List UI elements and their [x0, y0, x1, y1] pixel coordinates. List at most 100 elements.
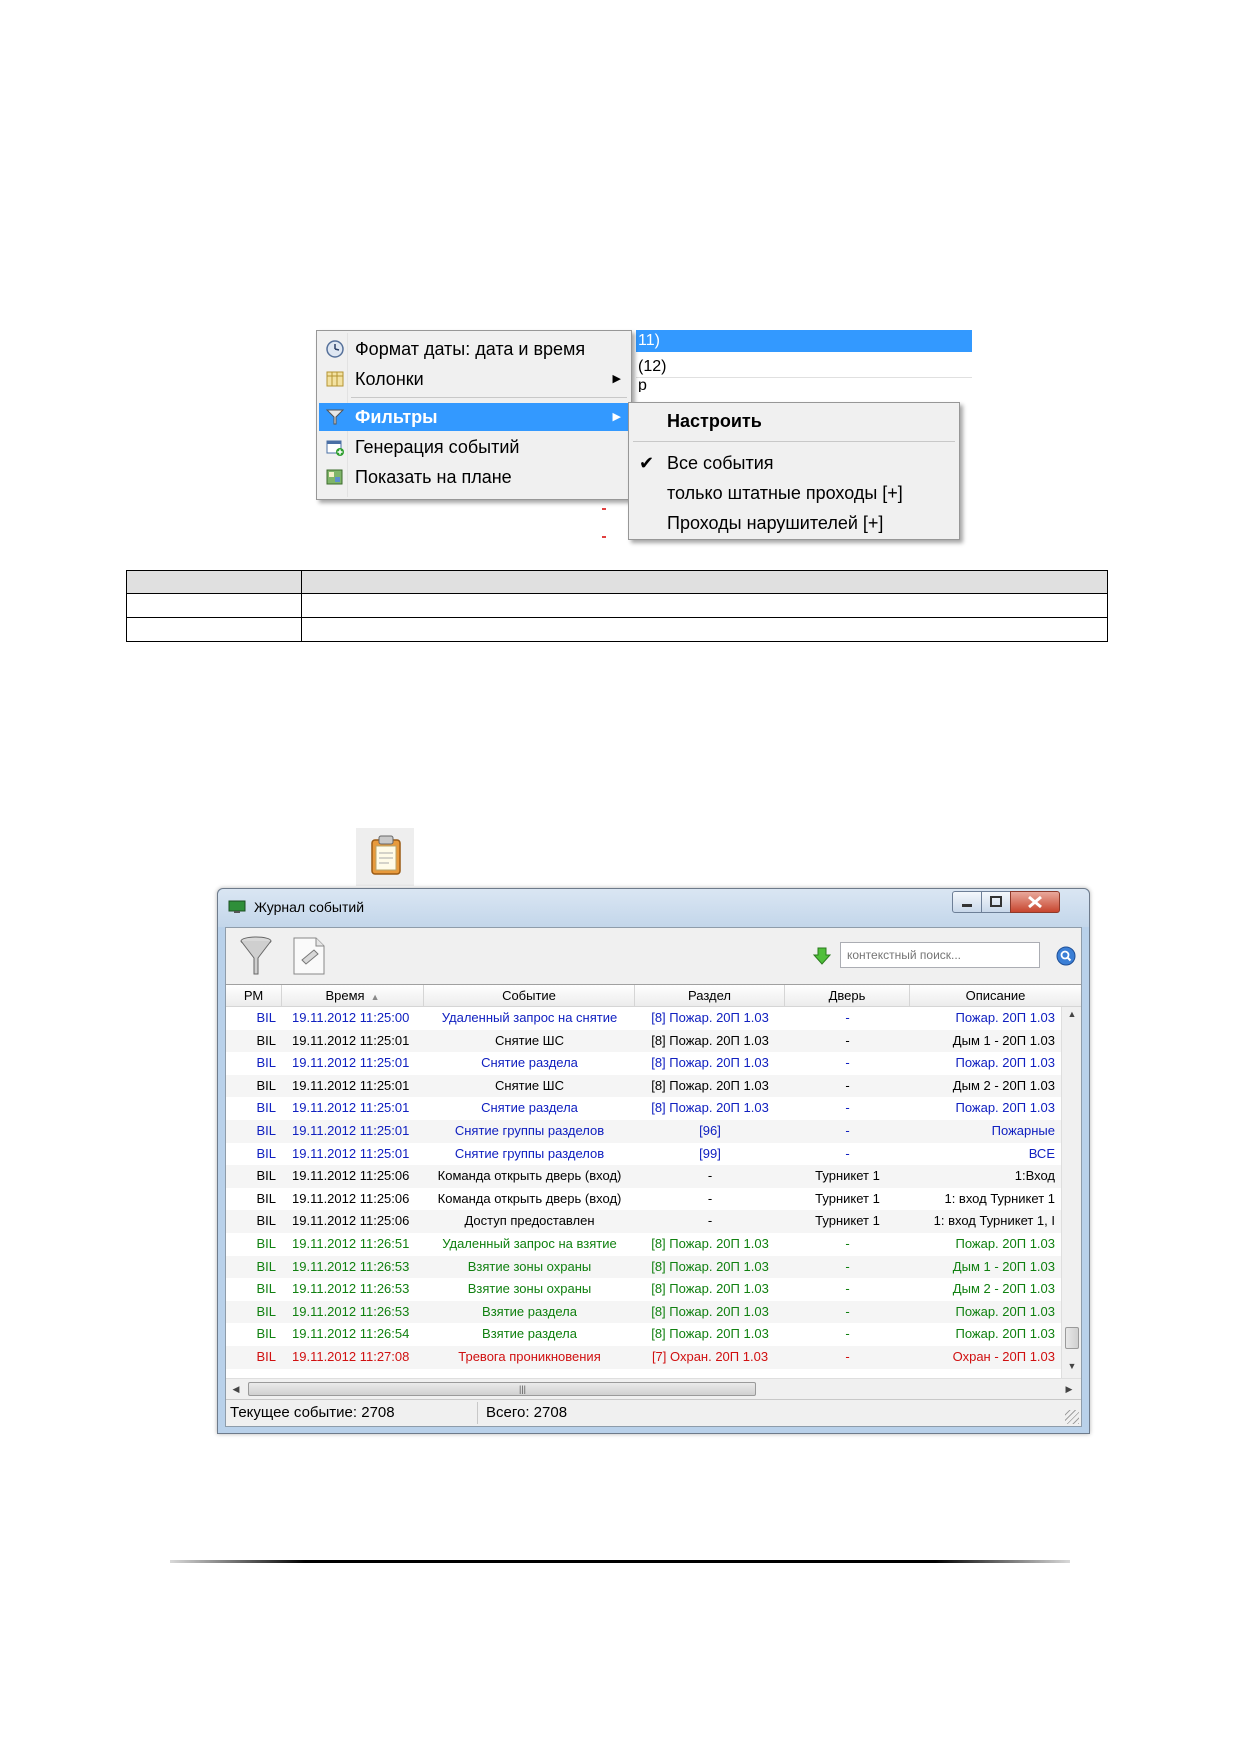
- cell-time: 19.11.2012 11:26:53: [292, 1281, 410, 1297]
- footer-rule: [170, 1560, 1070, 1563]
- cell-time: 19.11.2012 11:26:54: [292, 1326, 410, 1342]
- table-row[interactable]: BIL 19.11.2012 11:26:53 Взятие зоны охраны…: [226, 1278, 1061, 1301]
- column-header-time[interactable]: Время ▲: [282, 985, 424, 1007]
- cell-door: -: [845, 1032, 850, 1048]
- cell-event: Взятие зоны охраны: [467, 1281, 592, 1297]
- cell-description: Дым 1 - 20П 1.03: [952, 1032, 1055, 1048]
- cell-section: [8] Пожар. 20П 1.03: [651, 1100, 769, 1116]
- scroll-down-icon[interactable]: ▼: [1062, 1361, 1081, 1377]
- show-on-plan-icon: [326, 469, 343, 485]
- vertical-scrollbar[interactable]: ▲ ▼: [1061, 1007, 1081, 1378]
- search-icon[interactable]: [1056, 946, 1076, 966]
- minimize-button[interactable]: [952, 891, 982, 913]
- table-row[interactable]: BIL 19.11.2012 11:25:01 Снятие ШС [8] Пожар…: [226, 1074, 1061, 1098]
- scroll-left-icon[interactable]: ◀: [228, 1381, 244, 1397]
- table-row[interactable]: BIL 19.11.2012 11:25:01 Снятие раздела [8] …: [226, 1097, 1061, 1120]
- scroll-up-icon[interactable]: ▲: [1062, 1009, 1081, 1025]
- submenu-item-configure[interactable]: Настроить: [631, 407, 957, 435]
- scrollbar-thumb[interactable]: |||: [248, 1382, 756, 1396]
- minimize-icon: [962, 904, 972, 907]
- cell-description: Дым 2 - 20П 1.03: [952, 1281, 1055, 1297]
- column-header-description[interactable]: Описание: [910, 985, 1081, 1007]
- grip-icon: |||: [519, 1384, 527, 1394]
- table-row[interactable]: BIL 19.11.2012 11:25:01 Снятие группы разд…: [226, 1120, 1061, 1143]
- background-marker: [602, 536, 606, 538]
- submenu-item-all-events[interactable]: ✔ Все события: [631, 449, 957, 477]
- cell-pm: BIL: [256, 1010, 276, 1025]
- cell-event: Удаленный запрос на взятие: [442, 1236, 617, 1251]
- event-log-window: Журнал событий контекстный поиск... РМ В…: [217, 888, 1090, 1434]
- cell-pm: BIL: [256, 1077, 276, 1093]
- table-row[interactable]: BIL 19.11.2012 11:25:06 Команда открыть дв…: [226, 1188, 1061, 1211]
- cell-section: [8] Пожар. 20П 1.03: [651, 1281, 769, 1297]
- cell-door: -: [845, 1123, 850, 1138]
- table-row[interactable]: BIL 19.11.2012 11:25:06 Доступ предоставле…: [226, 1210, 1061, 1233]
- scroll-right-icon[interactable]: ▶: [1061, 1381, 1077, 1397]
- window-titlebar[interactable]: Журнал событий: [218, 889, 1089, 927]
- horizontal-scrollbar[interactable]: ◀ ||| ▶: [226, 1378, 1081, 1398]
- column-header-door[interactable]: Дверь: [785, 985, 910, 1007]
- table-row[interactable]: BIL 19.11.2012 11:25:01 Снятие ШС [8] Пожар…: [226, 1029, 1061, 1053]
- table-row[interactable]: BIL 19.11.2012 11:25:06 Команда открыть дв…: [226, 1165, 1061, 1188]
- cell-door: -: [845, 1236, 850, 1251]
- cell-event: Доступ предоставлен: [464, 1213, 595, 1229]
- cell-pm: BIL: [256, 1326, 276, 1342]
- status-current-event: Текущее событие: 2708: [226, 1402, 478, 1424]
- cell-time: 19.11.2012 11:25:01: [292, 1145, 410, 1161]
- cell-description: ВСЕ: [1028, 1145, 1055, 1161]
- resize-grip-icon[interactable]: [1065, 1410, 1079, 1424]
- table-row[interactable]: BIL 19.11.2012 11:27:08 Тревога проникнове…: [226, 1346, 1061, 1369]
- generate-events-icon: [326, 440, 344, 456]
- cell-pm: BIL: [256, 1055, 276, 1071]
- filter-icon[interactable]: [238, 934, 274, 978]
- cell-section: [8] Пожар. 20П 1.03: [651, 1055, 769, 1071]
- cell-section: [99]: [699, 1145, 721, 1161]
- maximize-button[interactable]: [981, 891, 1011, 913]
- submenu-item-regular-passes[interactable]: только штатные проходы [+]: [631, 479, 957, 507]
- table-row[interactable]: BIL 19.11.2012 11:25:01 Снятие раздела [8] …: [226, 1052, 1061, 1075]
- table-row[interactable]: BIL 19.11.2012 11:26:53 Взятие зоны охраны…: [226, 1255, 1061, 1279]
- cell-section: [8] Пожар. 20П 1.03: [651, 1303, 769, 1319]
- cell-pm: BIL: [256, 1349, 276, 1364]
- menu-item-filters[interactable]: Фильтры ▶: [319, 403, 629, 431]
- cell-event: Тревога проникновения: [458, 1349, 601, 1364]
- menu-item-label: Генерация событий: [355, 437, 520, 457]
- cell-description: 1:Вход: [1014, 1168, 1055, 1184]
- cell-pm: BIL: [256, 1123, 276, 1138]
- column-header-event[interactable]: Событие: [424, 985, 635, 1007]
- cell-time: 19.11.2012 11:26:51: [292, 1236, 410, 1251]
- event-log-button[interactable]: [356, 828, 414, 886]
- cell-event: Снятие раздела: [481, 1055, 578, 1071]
- status-bar: Текущее событие: 2708 Всего: 2708: [226, 1399, 1081, 1426]
- cell-event: Команда открыть дверь (вход): [437, 1190, 622, 1206]
- table-row[interactable]: BIL 19.11.2012 11:26:54 Взятие раздела [8] …: [226, 1323, 1061, 1346]
- table-row[interactable]: BIL 19.11.2012 11:25:01 Снятие группы разд…: [226, 1143, 1061, 1166]
- document-export-icon[interactable]: [290, 934, 330, 978]
- scroll-to-end-icon[interactable]: [812, 946, 832, 966]
- cell-event: Команда открыть дверь (вход): [437, 1168, 622, 1184]
- menu-item-show-on-plan[interactable]: Показать на плане: [319, 463, 629, 491]
- menu-item-date-format[interactable]: Формат даты: дата и время: [319, 335, 629, 363]
- table-row[interactable]: BIL 19.11.2012 11:25:00 Удаленный запрос н…: [226, 1007, 1061, 1030]
- table-row[interactable]: BIL 19.11.2012 11:26:53 Взятие раздела [8] …: [226, 1300, 1061, 1324]
- close-icon: [1028, 895, 1042, 909]
- column-header-section[interactable]: Раздел: [635, 985, 785, 1007]
- clipboard-icon: [371, 835, 401, 875]
- cell-pm: BIL: [256, 1100, 276, 1116]
- context-search-input[interactable]: [840, 942, 1040, 968]
- submenu-item-violator-passes[interactable]: Проходы нарушителей [+]: [631, 509, 957, 537]
- scrollbar-thumb[interactable]: [1065, 1327, 1079, 1349]
- cell-event: Взятие зоны охраны: [467, 1258, 592, 1274]
- submenu-arrow-icon: ▶: [612, 411, 621, 423]
- menu-item-columns[interactable]: Колонки ▶: [319, 365, 629, 393]
- cell-section: -: [707, 1190, 713, 1206]
- close-button[interactable]: [1010, 891, 1060, 913]
- cell-time: 19.11.2012 11:25:01: [292, 1077, 410, 1093]
- column-header-pm[interactable]: РМ: [226, 985, 282, 1007]
- cell-description: Пожарные: [991, 1123, 1055, 1138]
- menu-item-generate-events[interactable]: Генерация событий: [319, 433, 629, 461]
- table-row[interactable]: BIL 19.11.2012 11:26:51 Удаленный запрос н…: [226, 1233, 1061, 1256]
- menu-separator: [633, 441, 955, 442]
- background-row: (12): [636, 356, 972, 378]
- context-menu: Формат даты: дата и время Колонки ▶ Филь…: [316, 330, 632, 500]
